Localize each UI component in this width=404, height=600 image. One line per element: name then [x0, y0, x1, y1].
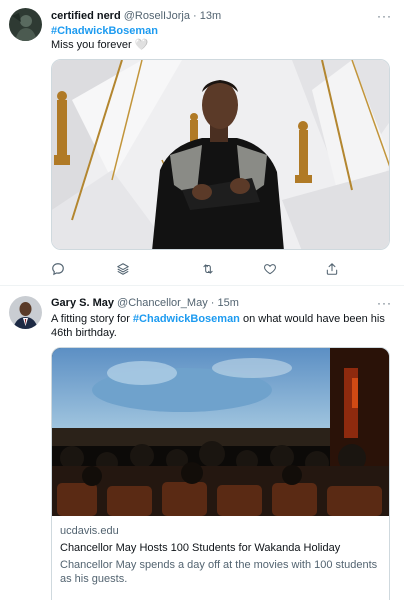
like-icon[interactable]	[263, 262, 277, 276]
tweet-text-before: A fitting story for	[51, 313, 133, 325]
separator-dot: ·	[210, 297, 215, 309]
user-handle[interactable]: @Chancellor_May	[117, 297, 208, 309]
more-options-button[interactable]: ···	[377, 10, 392, 22]
tweet-certified-nerd[interactable]: certified nerd @RoselIJorja · 13m ··· #C…	[0, 0, 404, 283]
theater-image	[52, 348, 389, 516]
tweet-header: certified nerd @RoselIJorja · 13m	[51, 9, 221, 23]
link-card-body: ucdavis.edu Chancellor May Hosts 100 Stu…	[60, 524, 385, 586]
tweet-header: Gary S. May @Chancellor_May · 15m	[51, 296, 239, 310]
hashtag-link[interactable]: #ChadwickBoseman	[133, 313, 240, 325]
display-name[interactable]: Gary S. May	[51, 297, 114, 309]
avatar[interactable]	[9, 8, 42, 41]
retweet-icon[interactable]	[201, 262, 215, 276]
white-heart-emoji: 🤍	[134, 39, 149, 51]
avatar[interactable]	[9, 296, 42, 329]
timestamp[interactable]: 15m	[218, 297, 239, 309]
avatar-image	[9, 8, 42, 41]
display-name[interactable]: certified nerd	[51, 10, 121, 22]
link-card[interactable]: ucdavis.edu Chancellor May Hosts 100 Stu…	[51, 347, 390, 600]
card-domain: ucdavis.edu	[60, 525, 119, 537]
avatar-image	[9, 296, 42, 329]
user-handle[interactable]: @RoselIJorja	[124, 10, 190, 22]
tweet-text: A fitting story for #ChadwickBoseman on …	[51, 312, 396, 340]
reply-icon[interactable]	[51, 262, 65, 276]
timestamp[interactable]: 13m	[200, 10, 221, 22]
tweet-text: #ChadwickBoseman Miss you forever 🤍	[51, 24, 391, 52]
tweet-text-line: Miss you forever	[51, 39, 132, 51]
more-options-button[interactable]: ···	[377, 297, 392, 309]
tweet-photo[interactable]	[51, 59, 390, 250]
photo-chadwick-boseman	[52, 60, 389, 249]
card-title[interactable]: Chancellor May Hosts 100 Students for Wa…	[60, 541, 385, 555]
share-icon[interactable]	[325, 262, 339, 276]
tweet-actions	[51, 262, 351, 276]
card-description: Chancellor May spends a day off at the m…	[60, 559, 378, 585]
layers-icon[interactable]	[116, 262, 130, 276]
tweet-gary-may[interactable]: Gary S. May @Chancellor_May · 15m ··· A …	[0, 286, 404, 600]
hashtag-link[interactable]: #ChadwickBoseman	[51, 25, 158, 37]
separator-dot: ·	[193, 10, 197, 22]
